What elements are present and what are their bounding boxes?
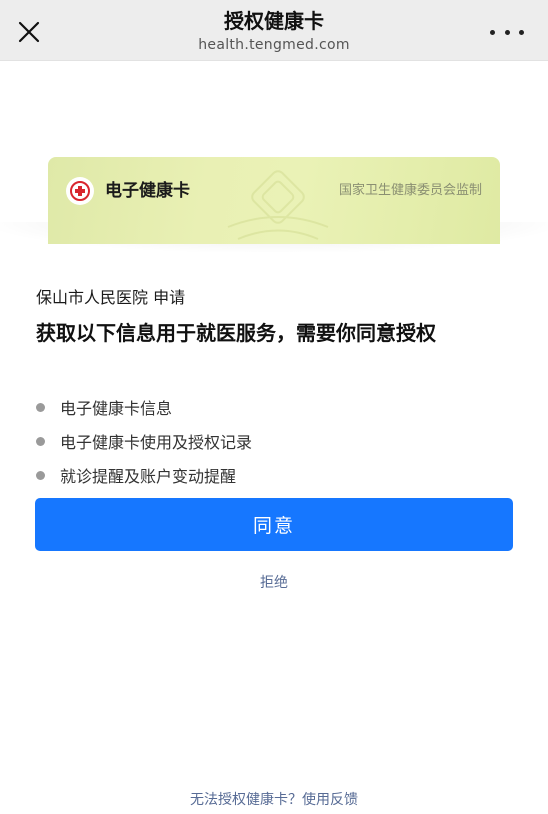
bullet-icon [36, 436, 45, 446]
health-card-logo-icon [70, 181, 90, 201]
permission-list: 电子健康卡信息 电子健康卡使用及授权记录 就诊提醒及账户变动提醒 [36, 390, 252, 492]
card-name: 电子健康卡 [105, 181, 190, 201]
permission-label: 就诊提醒及账户变动提醒 [60, 467, 237, 486]
title-block: 授权健康卡 health.tengmed.com [0, 8, 548, 54]
list-item: 电子健康卡信息 [36, 390, 252, 424]
more-button[interactable] [490, 22, 524, 42]
more-dots-icon [490, 29, 495, 35]
page-title: 授权健康卡 [224, 9, 324, 33]
health-card-logo [66, 177, 94, 205]
permission-label: 电子健康卡信息 [60, 399, 173, 418]
list-item: 电子健康卡使用及授权记录 [36, 424, 252, 458]
page-domain: health.tengmed.com [198, 37, 350, 53]
bullet-icon [36, 470, 45, 480]
card-knot-pattern [227, 170, 329, 240]
more-dots-icon [519, 29, 524, 35]
reject-link[interactable]: 拒绝 [0, 572, 548, 592]
bullet-icon [36, 402, 45, 412]
authorization-heading: 获取以下信息用于就医服务，需要你同意授权 [36, 321, 436, 345]
top-bar: 授权健康卡 health.tengmed.com [0, 0, 548, 61]
health-card: 电子健康卡 国家卫生健康委员会监制 [48, 157, 500, 244]
more-dots-icon [504, 29, 510, 35]
feedback-link[interactable]: 无法授权健康卡？使用反馈 [0, 789, 548, 809]
applicant-text: 保山市人民医院 申请 [36, 288, 186, 307]
agree-button[interactable]: 同意 [35, 498, 513, 551]
permission-label: 电子健康卡使用及授权记录 [60, 433, 253, 452]
card-supervisor: 国家卫生健康委员会监制 [338, 183, 482, 198]
list-item: 就诊提醒及账户变动提醒 [36, 458, 252, 492]
